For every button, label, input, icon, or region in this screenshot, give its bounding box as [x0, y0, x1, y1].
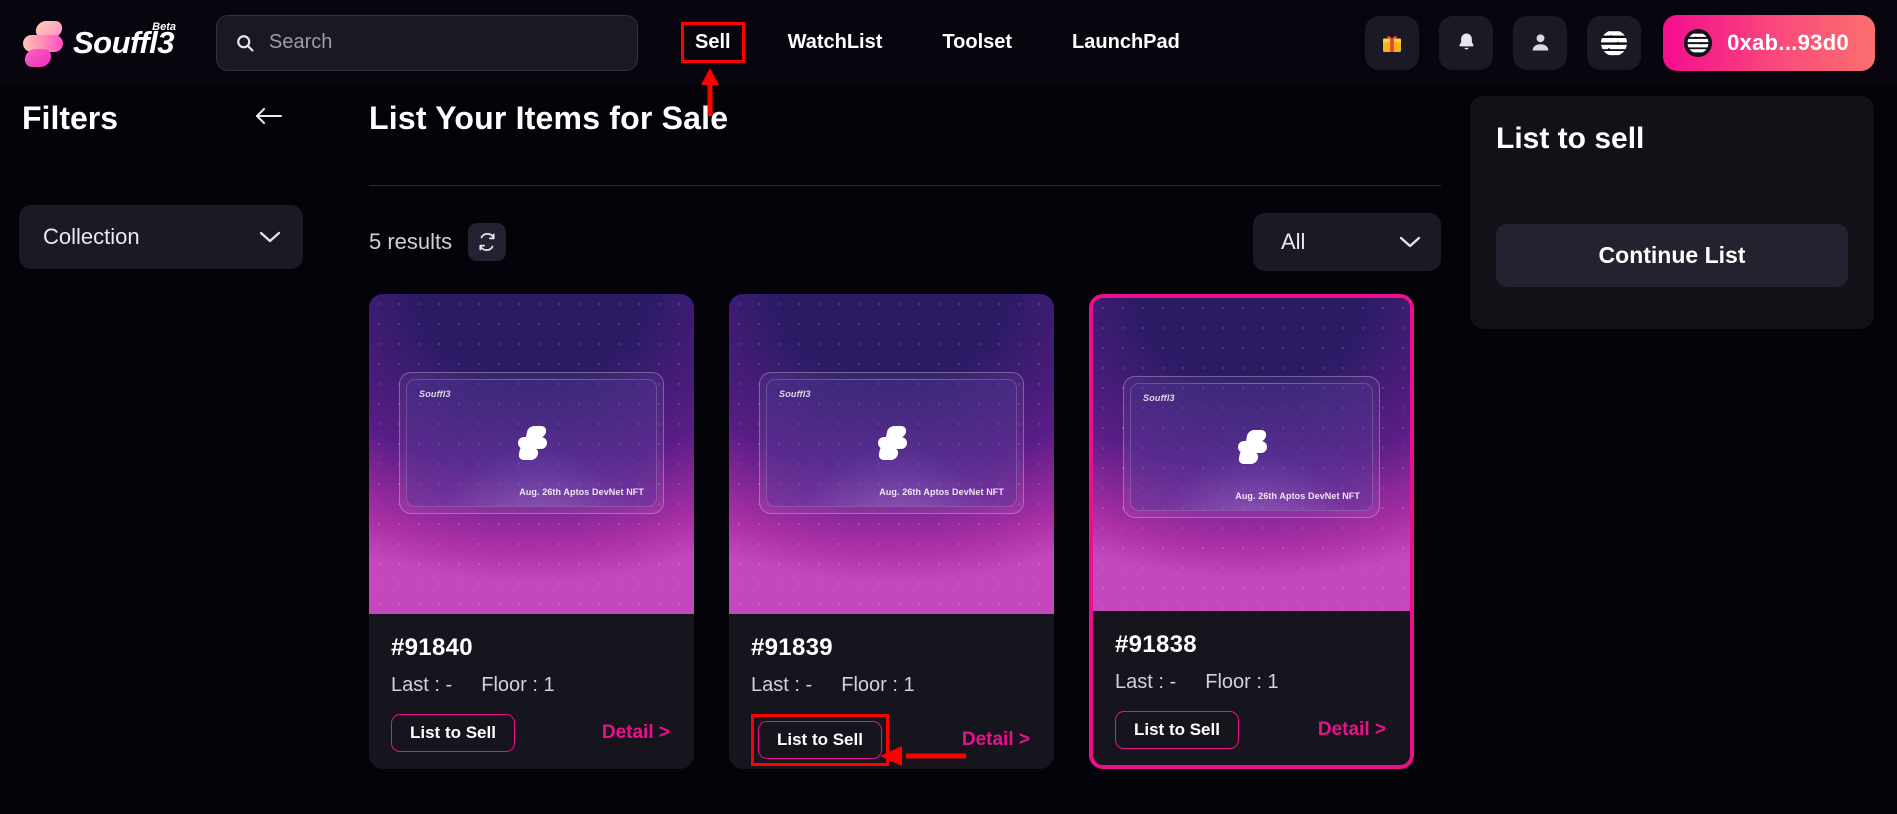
nft-floor-price: Floor : 1 — [1205, 671, 1279, 693]
results-group: 5 results — [369, 223, 507, 261]
detail-link[interactable]: Detail > — [602, 722, 670, 744]
nav-item-sell[interactable]: Sell — [681, 22, 745, 63]
nft-card-selected[interactable]: Souffl3 Aug. 26th Aptos DevNet NFT #9183… — [1089, 294, 1414, 769]
panel-title: List to sell — [1496, 122, 1645, 155]
main-content: List Your Items for Sale 5 results All S… — [369, 100, 1441, 769]
search-icon — [235, 33, 255, 53]
person-icon — [1532, 34, 1548, 51]
nft-artwork: Souffl3 Aug. 26th Aptos DevNet NFT — [729, 294, 1054, 614]
list-to-sell-wrapper: List to Sell — [1115, 711, 1239, 749]
chevron-down-icon — [259, 231, 281, 243]
nft-card-info: #91840 Last : - Floor : 1 List to Sell D… — [369, 614, 694, 752]
nft-card-info: #91839 Last : - Floor : 1 List to Sell D… — [729, 614, 1054, 766]
list-to-sell-button[interactable]: List to Sell — [758, 721, 882, 759]
collapse-filters-button[interactable] — [253, 105, 283, 132]
nft-card-actions: List to Sell Detail > — [391, 714, 672, 752]
search-input[interactable] — [269, 31, 619, 54]
nft-last-price: Last : - — [1115, 671, 1177, 693]
gift-button[interactable] — [1365, 15, 1420, 70]
artwork-footer: Aug. 26th Aptos DevNet NFT — [519, 487, 644, 497]
continue-list-button[interactable]: Continue List — [1496, 224, 1848, 287]
nft-price-meta: Last : - Floor : 1 — [751, 674, 1032, 697]
filters-header: Filters — [0, 100, 325, 137]
main-nav: Sell WatchList Toolset LaunchPad — [668, 22, 1210, 63]
nft-token-id: #91839 — [751, 634, 833, 661]
filters-title: Filters — [22, 100, 119, 136]
beta-badge: Beta — [152, 20, 176, 33]
nft-inner-card: Souffl3 Aug. 26th Aptos DevNet NFT — [1123, 376, 1380, 518]
refresh-icon — [479, 233, 495, 251]
nft-card-actions: List to Sell Detail > — [751, 714, 1032, 766]
nft-card-actions: List to Sell Detail > — [1115, 711, 1388, 749]
filters-sidebar: Filters Collection — [0, 100, 325, 269]
nft-price-meta: Last : - Floor : 1 — [1115, 671, 1388, 694]
profile-button[interactable] — [1513, 15, 1568, 70]
nft-inner-card: Souffl3 Aug. 26th Aptos DevNet NFT — [399, 372, 664, 514]
list-to-sell-wrapper: List to Sell — [751, 714, 889, 766]
nav-item-toolset[interactable]: Toolset — [928, 22, 1026, 63]
artwork-brand: Souffl3 — [779, 389, 811, 399]
detail-link[interactable]: Detail > — [1318, 719, 1386, 741]
souffl3-logo-icon — [22, 19, 64, 67]
artwork-footer: Aug. 26th Aptos DevNet NFT — [879, 487, 1004, 497]
list-to-sell-button[interactable]: List to Sell — [1115, 711, 1239, 749]
wallet-aptos-icon — [1684, 28, 1713, 57]
chevron-down-icon — [1399, 236, 1421, 248]
nft-card-info: #91838 Last : - Floor : 1 List to Sell D… — [1093, 611, 1410, 749]
souffl3-mark-icon — [1237, 429, 1267, 465]
nft-token-id: #91840 — [391, 634, 473, 661]
aptos-logo-icon — [1601, 29, 1628, 56]
detail-link[interactable]: Detail > — [962, 729, 1030, 751]
sort-dropdown[interactable]: All — [1253, 213, 1441, 271]
gift-icon — [1383, 35, 1402, 52]
notifications-button[interactable] — [1439, 15, 1494, 70]
title-divider — [369, 185, 1441, 186]
nft-card-grid: Souffl3 Aug. 26th Aptos DevNet NFT #9184… — [369, 294, 1441, 769]
collection-filter-label: Collection — [43, 224, 140, 249]
nft-token-id: #91838 — [1115, 631, 1197, 658]
nft-card[interactable]: Souffl3 Aug. 26th Aptos DevNet NFT #9183… — [729, 294, 1054, 769]
collection-filter-dropdown[interactable]: Collection — [19, 205, 303, 269]
nft-floor-price: Floor : 1 — [841, 674, 915, 696]
artwork-footer: Aug. 26th Aptos DevNet NFT — [1235, 491, 1360, 501]
nft-price-meta: Last : - Floor : 1 — [391, 674, 672, 697]
nav-item-watchlist[interactable]: WatchList — [774, 22, 897, 63]
artwork-brand: Souffl3 — [1143, 393, 1175, 403]
nav-item-launchpad[interactable]: LaunchPad — [1058, 22, 1194, 63]
bell-icon — [1459, 33, 1474, 50]
sort-value: All — [1281, 229, 1306, 254]
list-to-sell-panel: List to sell Continue List — [1470, 96, 1874, 329]
results-toolbar: 5 results All — [369, 212, 1441, 272]
results-count: 5 results — [369, 229, 453, 254]
wallet-address: 0xab...93d0 — [1727, 29, 1849, 55]
nft-card[interactable]: Souffl3 Aug. 26th Aptos DevNet NFT #9184… — [369, 294, 694, 769]
nft-artwork: Souffl3 Aug. 26th Aptos DevNet NFT — [369, 294, 694, 614]
list-to-sell-button[interactable]: List to Sell — [391, 714, 515, 752]
souffl3-mark-icon — [877, 425, 907, 461]
nft-last-price: Last : - — [751, 674, 813, 696]
refresh-button[interactable] — [468, 223, 507, 261]
wallet-button[interactable]: 0xab...93d0 — [1663, 14, 1875, 71]
arrow-left-icon — [255, 107, 283, 125]
nft-last-price: Last : - — [391, 674, 453, 696]
search-box[interactable] — [216, 14, 638, 71]
list-to-sell-wrapper: List to Sell — [391, 714, 515, 752]
nft-floor-price: Floor : 1 — [481, 674, 555, 696]
artwork-brand: Souffl3 — [419, 389, 451, 399]
nft-artwork: Souffl3 Aug. 26th Aptos DevNet NFT — [1093, 298, 1410, 611]
page-title: List Your Items for Sale — [369, 100, 729, 136]
aptos-network-button[interactable] — [1587, 15, 1642, 70]
nft-inner-card: Souffl3 Aug. 26th Aptos DevNet NFT — [759, 372, 1024, 514]
brand-logo[interactable]: Souffl3 Beta — [22, 19, 176, 67]
header-actions: 0xab...93d0 — [1345, 0, 1875, 85]
souffl3-mark-icon — [517, 425, 547, 461]
app-header: Souffl3 Beta Sell WatchList Toolset Laun… — [0, 0, 1897, 85]
